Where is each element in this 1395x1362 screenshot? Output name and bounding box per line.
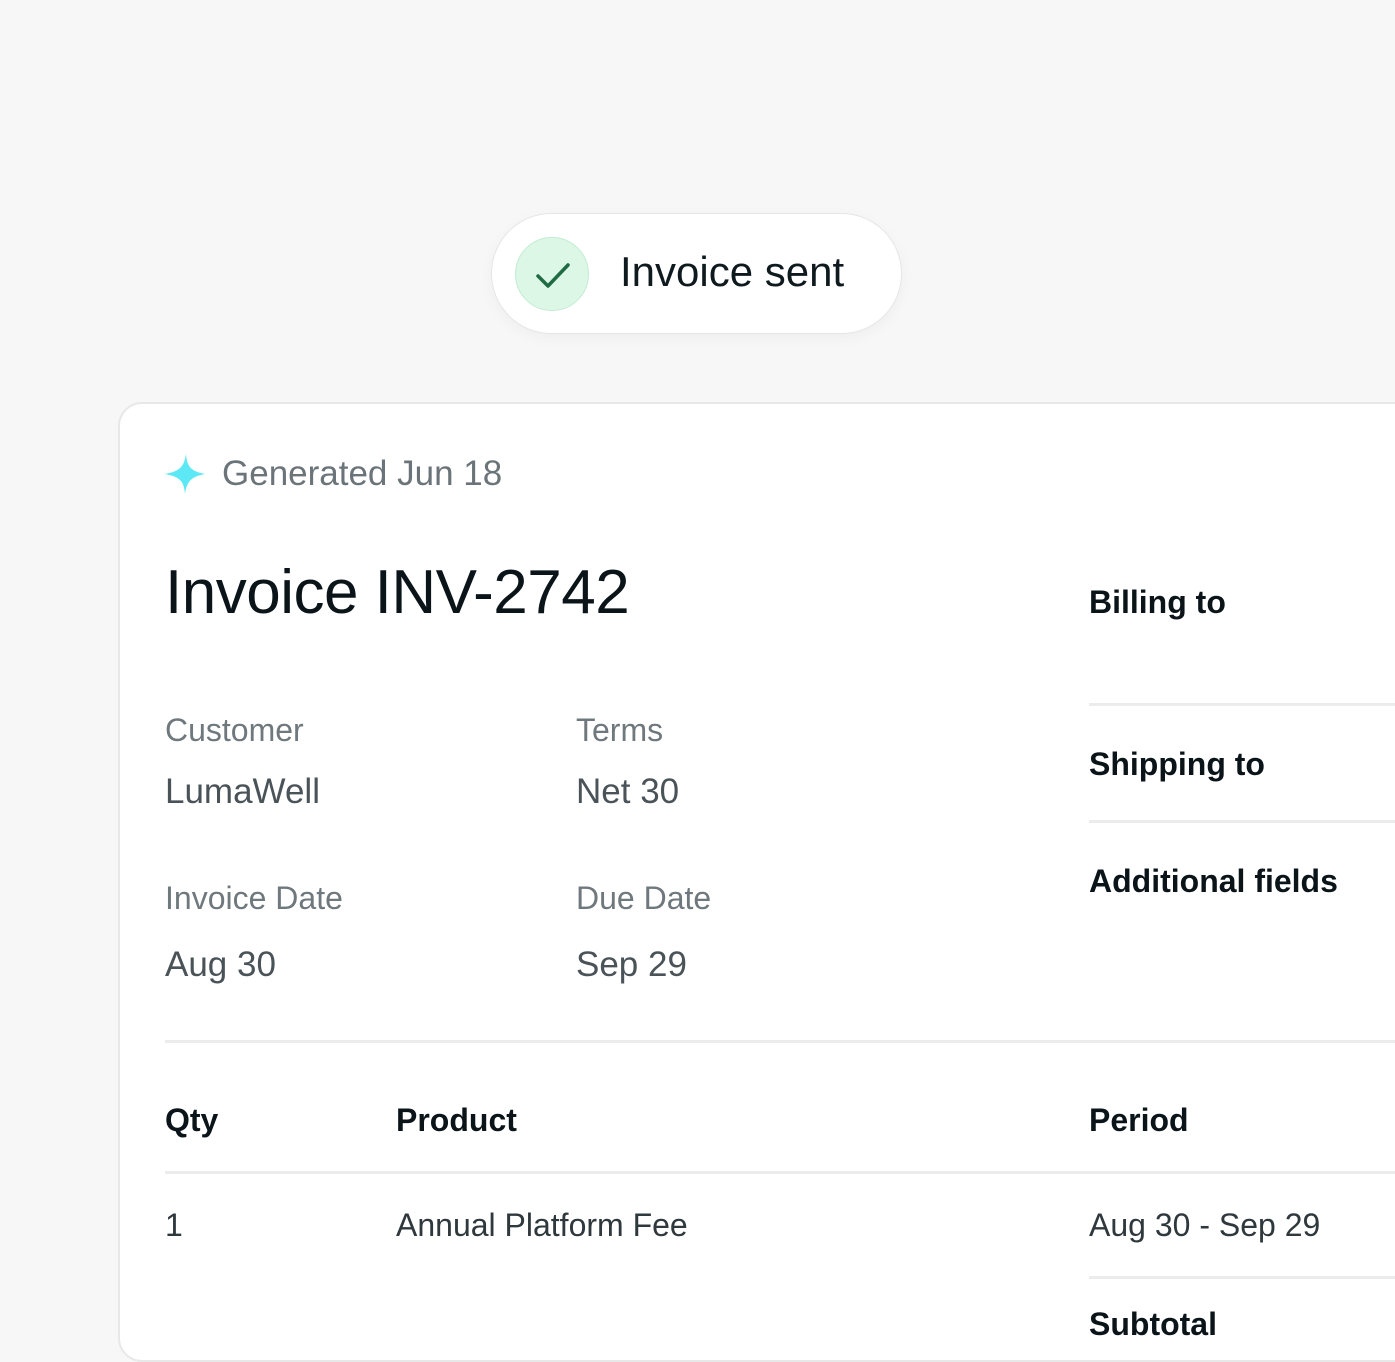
row-product: Annual Platform Fee — [396, 1207, 688, 1243]
subtotal-label: Subtotal — [1089, 1306, 1217, 1342]
check-icon — [515, 237, 589, 311]
product-header: Product — [396, 1102, 517, 1138]
customer-value: LumaWell — [165, 772, 320, 811]
terms-value: Net 30 — [576, 772, 680, 811]
divider — [1089, 1276, 1395, 1279]
terms-label: Terms — [576, 712, 664, 748]
billing-to-section[interactable]: Billing to — [1089, 584, 1226, 621]
divider — [1089, 703, 1395, 706]
divider — [165, 1040, 1395, 1043]
toast-message: Invoice sent — [620, 248, 845, 295]
invoice-title: Invoice INV-2742 — [165, 558, 630, 627]
row-qty: 1 — [165, 1207, 183, 1243]
generated-date: Generated Jun 18 — [222, 454, 503, 493]
divider — [1089, 820, 1395, 823]
invoice-date-value: Aug 30 — [165, 945, 276, 984]
qty-header: Qty — [165, 1102, 219, 1138]
invoice-sent-toast: Invoice sent — [491, 213, 902, 334]
sparkle-icon — [163, 452, 207, 501]
divider — [165, 1171, 1395, 1174]
due-date-value: Sep 29 — [576, 945, 687, 984]
row-period: Aug 30 - Sep 29 — [1089, 1207, 1321, 1243]
customer-label: Customer — [165, 712, 304, 748]
shipping-to-section[interactable]: Shipping to — [1089, 746, 1265, 783]
due-date-label: Due Date — [576, 880, 712, 916]
invoice-date-label: Invoice Date — [165, 880, 343, 916]
additional-fields-section[interactable]: Additional fields — [1089, 863, 1338, 900]
period-header: Period — [1089, 1102, 1189, 1138]
